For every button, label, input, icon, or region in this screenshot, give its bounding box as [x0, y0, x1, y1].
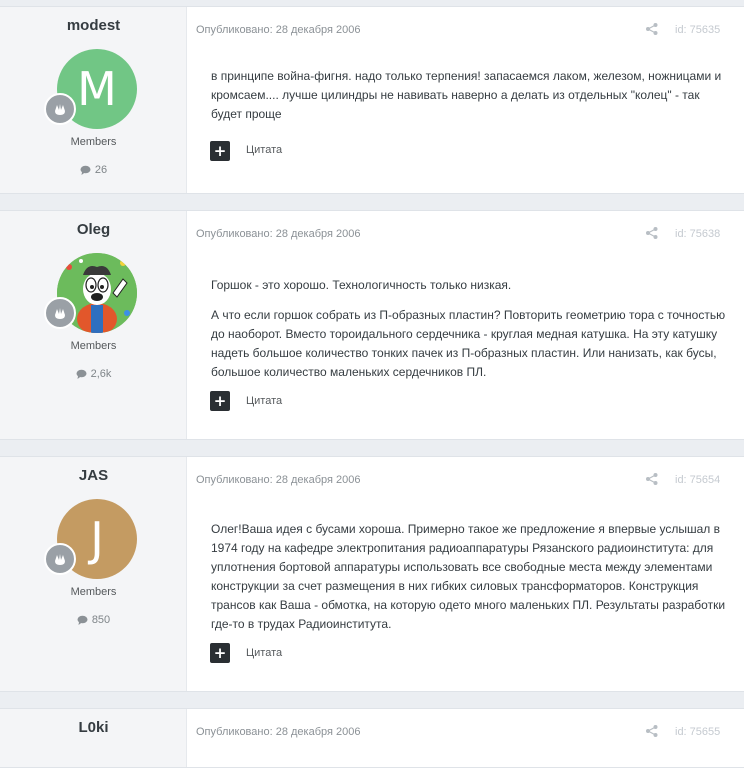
- author-panel: JAS J Members 850: [0, 457, 187, 691]
- comment-icon: [80, 165, 91, 175]
- rank-badge-icon: [44, 543, 76, 575]
- share-icon[interactable]: [645, 22, 659, 36]
- quote-plus-button[interactable]: +: [210, 141, 230, 161]
- post-id: id: 75655: [675, 726, 721, 738]
- member-group: Members: [70, 340, 117, 352]
- rank-badge-icon: [44, 297, 76, 329]
- quote-plus-button[interactable]: +: [210, 643, 230, 663]
- post-count: 850: [0, 614, 187, 626]
- share-icon[interactable]: [645, 472, 659, 486]
- post-count-value: 850: [91, 614, 111, 626]
- post-id: id: 75638: [675, 228, 721, 240]
- rank-badge-icon: [44, 93, 76, 125]
- post-date[interactable]: Опубликовано: 28 декабря 2006: [196, 24, 360, 36]
- author-name-link[interactable]: Oleg: [0, 221, 187, 238]
- post-date[interactable]: Опубликовано: 28 декабря 2006: [196, 228, 360, 240]
- quote-link[interactable]: Цитата: [246, 395, 282, 407]
- post-content: в принципе война-фигня. надо только терп…: [211, 67, 726, 135]
- share-icon[interactable]: [645, 724, 659, 738]
- comment-icon: [76, 369, 87, 379]
- post-id: id: 75635: [675, 24, 721, 36]
- share-icon[interactable]: [645, 226, 659, 240]
- post-paragraph: в принципе война-фигня. надо только терп…: [211, 69, 722, 121]
- author-panel: modest M Members 26: [0, 7, 187, 193]
- post-paragraph: Горшок - это хорошо. Технологичность тол…: [211, 278, 512, 292]
- member-group: Members: [70, 136, 117, 148]
- post-75655: L0ki Опубликовано: 28 декабря 2006 id: 7…: [0, 708, 744, 768]
- member-group: Members: [70, 586, 117, 598]
- post-count: 26: [0, 164, 187, 176]
- post-count: 2,6k: [0, 368, 187, 380]
- author-name-link[interactable]: L0ki: [0, 719, 187, 736]
- post-content: Олег!Ваша идея с бусами хороша. Примерно…: [211, 520, 726, 645]
- post-id: id: 75654: [675, 474, 721, 486]
- post-content: Горшок - это хорошо. Технологичность тол…: [211, 276, 726, 393]
- avatar-letter: J: [90, 512, 104, 566]
- post-75635: modest M Members 26 Опубликовано: 28 дек…: [0, 6, 744, 194]
- author-panel: L0ki: [0, 709, 187, 767]
- post-count-value: 26: [94, 164, 108, 176]
- post-date[interactable]: Опубликовано: 28 декабря 2006: [196, 726, 360, 738]
- avatar-letter: M: [77, 62, 117, 116]
- quote-link[interactable]: Цитата: [246, 144, 282, 156]
- post-date[interactable]: Опубликовано: 28 декабря 2006: [196, 474, 360, 486]
- post-75654: JAS J Members 850 Опубликовано: 28 декаб…: [0, 456, 744, 692]
- author-name-link[interactable]: modest: [0, 17, 187, 34]
- post-paragraph: Олег!Ваша идея с бусами хороша. Примерно…: [211, 522, 726, 631]
- post-paragraph: А что если горшок собрать из П-образных …: [211, 308, 726, 379]
- author-name-link[interactable]: JAS: [0, 467, 187, 484]
- post-75638: Oleg Members 2,6k Опубликовано: 28 декаб…: [0, 210, 744, 440]
- post-count-value: 2,6k: [90, 368, 112, 380]
- quote-plus-button[interactable]: +: [210, 391, 230, 411]
- quote-link[interactable]: Цитата: [246, 647, 282, 659]
- comment-icon: [77, 615, 88, 625]
- author-panel: Oleg Members 2,6k: [0, 211, 187, 439]
